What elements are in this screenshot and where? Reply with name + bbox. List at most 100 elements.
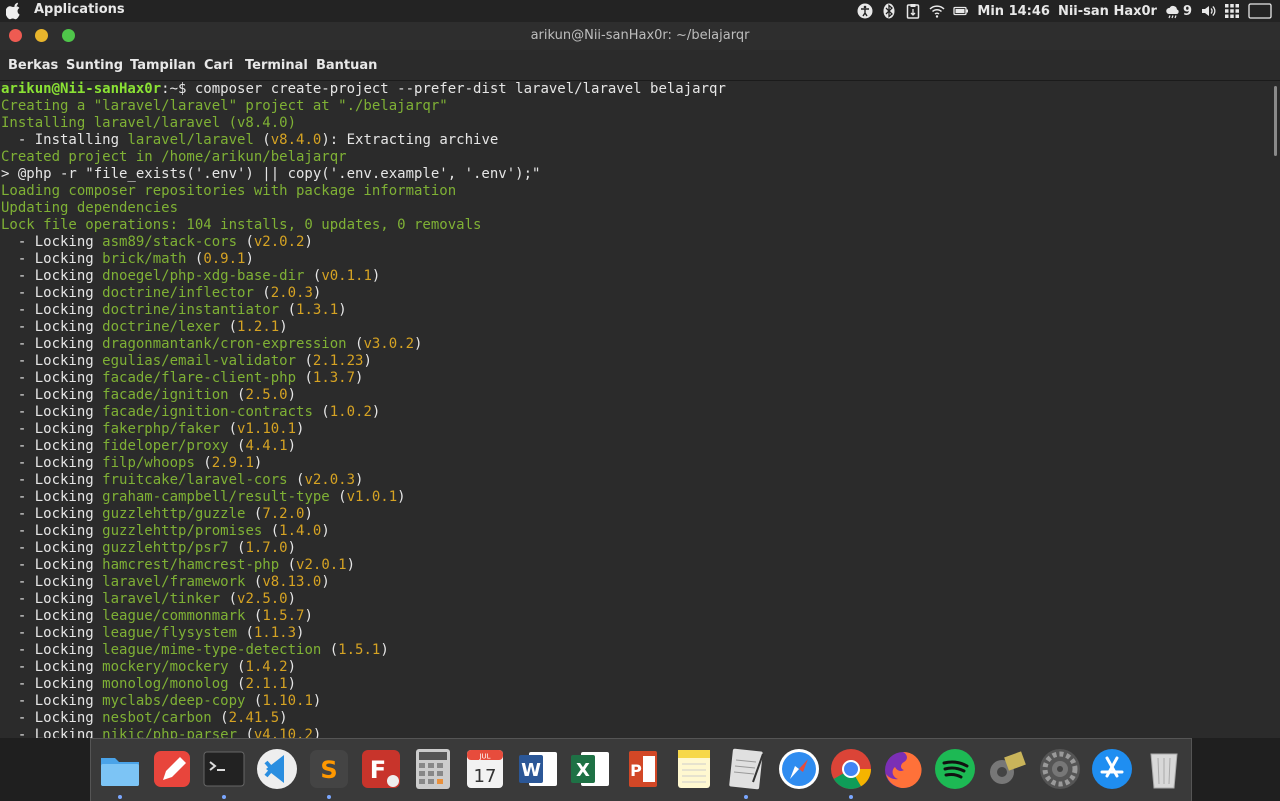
lock-line: - Locking facade/ignition (2.5.0) — [1, 387, 297, 403]
system-settings-icon[interactable] — [1037, 746, 1083, 792]
trash-icon[interactable] — [1141, 746, 1187, 792]
clock[interactable]: Min 14:46 — [977, 4, 1050, 19]
app-store-icon[interactable] — [1089, 746, 1135, 792]
package-version: 1.0.2 — [329, 404, 372, 420]
menu-tampilan[interactable]: Tampilan — [130, 58, 196, 73]
package-version: 1.7.0 — [245, 540, 288, 556]
package-version: 1.5.7 — [262, 608, 305, 624]
notes-icon[interactable] — [671, 746, 717, 792]
lock-line: - Locking guzzlehttp/psr7 (1.7.0) — [1, 540, 297, 556]
lock-line: - Locking league/flysystem (1.1.3) — [1, 625, 305, 641]
grid-icon[interactable] — [1224, 3, 1240, 19]
lock-prefix: - Locking — [1, 489, 103, 505]
lock-prefix: - Locking — [1, 574, 103, 590]
firefox-icon[interactable] — [880, 746, 926, 792]
package-name: nesbot/carbon — [102, 710, 212, 726]
package-version: 1.1.3 — [253, 625, 297, 641]
calendar-day: 17 — [474, 766, 497, 787]
lock-prefix: - Locking — [1, 693, 103, 709]
terminal-output[interactable]: arikun@Nii-sanHax0r:~$ composer create-p… — [0, 81, 1272, 738]
lock-prefix: - Locking — [1, 523, 103, 539]
running-indicator — [326, 795, 331, 799]
lock-prefix: - Locking — [1, 387, 103, 403]
wifi-icon[interactable] — [929, 3, 945, 19]
filezilla-icon[interactable]: F — [358, 746, 404, 792]
output-text: - Installing — [1, 132, 128, 148]
package-version: 2.9.1 — [211, 455, 254, 471]
lock-line: - Locking league/commonmark (1.5.7) — [1, 608, 313, 624]
lock-line: - Locking graham-campbell/result-type (v… — [1, 489, 406, 505]
lock-line: - Locking laravel/framework (v8.13.0) — [1, 574, 330, 590]
window-title: arikun@Nii-sanHax0r: ~/belajarqr — [530, 28, 750, 43]
excel-icon[interactable]: X — [567, 746, 613, 792]
package-name: facade/flare-client-php — [102, 370, 297, 386]
lock-prefix: - Locking — [1, 727, 103, 738]
package-version: 2.5.0 — [245, 387, 288, 403]
pencil-app-icon[interactable] — [149, 746, 195, 792]
scrollbar-thumb[interactable] — [1274, 86, 1277, 156]
package-name: laravel/laravel — [127, 132, 254, 148]
weather-icon[interactable] — [1165, 3, 1181, 19]
bluetooth-icon[interactable] — [881, 3, 897, 19]
accessibility-icon[interactable] — [857, 3, 873, 19]
menu-bantuan[interactable]: Bantuan — [316, 58, 377, 73]
vscode-icon[interactable] — [254, 746, 300, 792]
menu-cari[interactable]: Cari — [204, 58, 233, 73]
calendar-icon[interactable]: JUL 17 — [462, 746, 508, 792]
lock-prefix: - Locking — [1, 506, 103, 522]
menu-berkas[interactable]: Berkas — [8, 58, 58, 73]
sublime-text-icon[interactable]: S — [306, 746, 352, 792]
window-icon[interactable] — [1248, 3, 1272, 19]
text-editor-icon[interactable] — [723, 746, 769, 792]
network-manager-icon[interactable] — [984, 746, 1030, 792]
top-panel: Applications Min 14:46 Nii-san Hax0r 9 — [0, 0, 1280, 22]
package-name: laravel/tinker — [102, 591, 221, 607]
lock-line: - Locking dragonmantank/cron-expression … — [1, 336, 423, 352]
lock-line: - Locking monolog/monolog (2.1.1) — [1, 676, 297, 692]
spotify-icon[interactable] — [932, 746, 978, 792]
lock-line: - Locking myclabs/deep-copy (1.10.1) — [1, 693, 322, 709]
package-name: egulias/email-validator — [102, 353, 297, 369]
package-version: 2.1.1 — [245, 676, 288, 692]
terminal-icon[interactable] — [201, 746, 247, 792]
lock-prefix: - Locking — [1, 251, 103, 267]
output-text: Updating dependencies — [1, 200, 179, 216]
package-version: 1.4.0 — [279, 523, 322, 539]
output-line: Installing laravel/laravel (v8.4.0) — [1, 115, 296, 132]
powerpoint-icon[interactable]: P — [619, 746, 665, 792]
menu-bar: Berkas Sunting Tampilan Cari Terminal Ba… — [0, 50, 1280, 81]
lock-prefix: - Locking — [1, 319, 103, 335]
terminal-scrollbar[interactable] — [1272, 81, 1280, 738]
lock-prefix: - Locking — [1, 557, 103, 573]
lock-line: - Locking fideloper/proxy (4.4.1) — [1, 438, 297, 454]
running-indicator — [848, 795, 853, 799]
package-name: dnoegel/php-xdg-base-dir — [102, 268, 305, 284]
lock-prefix: - Locking — [1, 472, 103, 488]
chrome-icon[interactable] — [828, 746, 874, 792]
notification-count: 9 — [1182, 3, 1192, 19]
lock-line: - Locking doctrine/instantiator (1.3.1) — [1, 302, 347, 318]
window-titlebar[interactable]: arikun@Nii-sanHax0r: ~/belajarqr — [0, 22, 1280, 50]
applications-menu[interactable]: Applications — [34, 2, 125, 17]
command-text: composer create-project --prefer-dist la… — [194, 81, 726, 97]
lock-prefix: - Locking — [1, 285, 103, 301]
menu-sunting[interactable]: Sunting — [66, 58, 123, 73]
lock-prefix: - Locking — [1, 421, 103, 437]
package-version: 1.4.2 — [245, 659, 288, 675]
word-icon[interactable]: W — [515, 746, 561, 792]
battery-icon[interactable] — [953, 3, 969, 19]
lock-prefix: - Locking — [1, 336, 103, 352]
apple-icon[interactable] — [6, 2, 22, 20]
user-name[interactable]: Nii-san Hax0r — [1058, 4, 1157, 19]
lock-line: - Locking filp/whoops (2.9.1) — [1, 455, 263, 471]
volume-icon[interactable] — [1200, 3, 1216, 19]
package-version: v3.0.2 — [363, 336, 415, 352]
lock-prefix: - Locking — [1, 353, 103, 369]
package-name: guzzlehttp/psr7 — [102, 540, 229, 556]
safari-icon[interactable] — [776, 746, 822, 792]
package-name: league/mime-type-detection — [102, 642, 322, 658]
calculator-icon[interactable] — [410, 746, 456, 792]
files-icon[interactable] — [97, 746, 143, 792]
clipboard-icon[interactable] — [905, 3, 921, 19]
menu-terminal[interactable]: Terminal — [245, 58, 308, 73]
